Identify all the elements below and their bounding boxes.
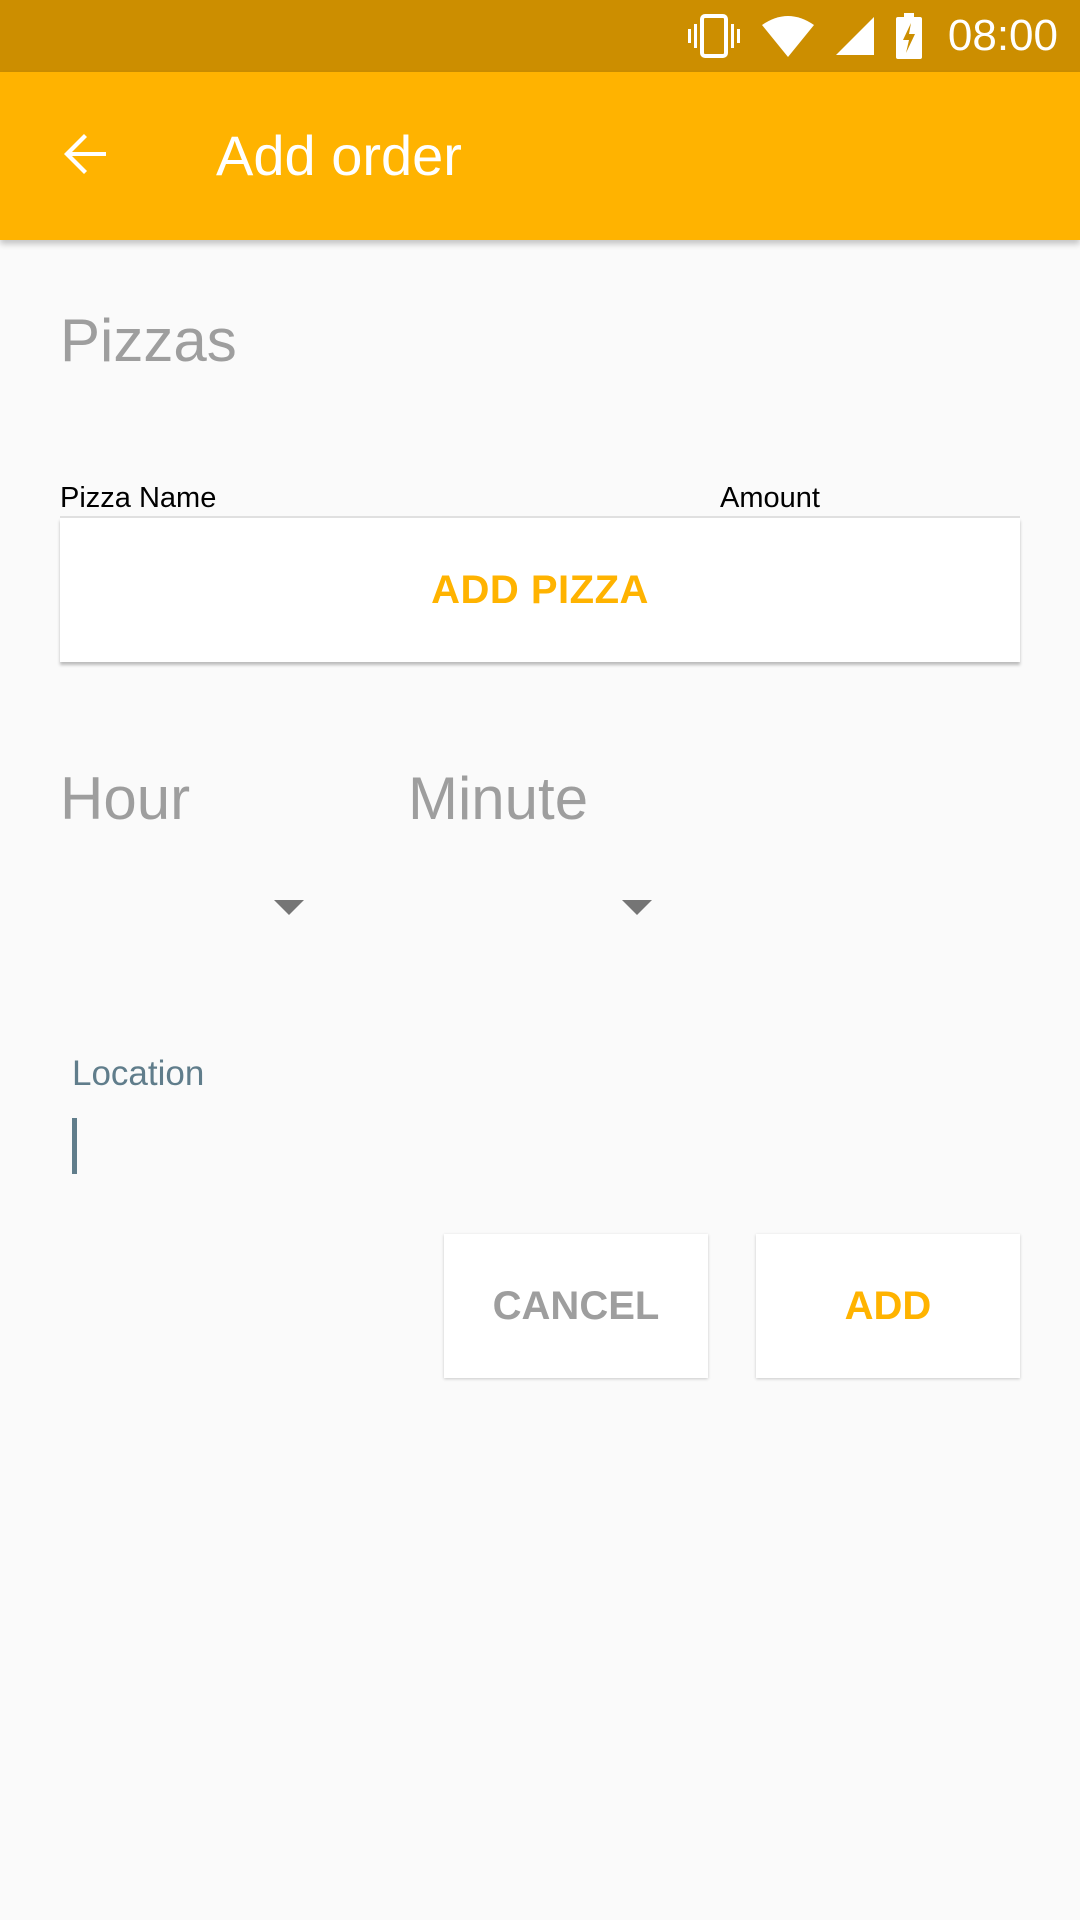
status-clock: 08:00 <box>947 11 1058 60</box>
signal-icon <box>835 17 874 55</box>
page-title: Add order <box>216 124 462 187</box>
minute-label: Minute <box>408 765 589 832</box>
hour-spinner[interactable] <box>60 868 304 948</box>
add-pizza-button[interactable]: ADD PIZZA <box>60 518 1020 662</box>
text-cursor <box>72 1118 77 1174</box>
battery-charging-icon <box>895 13 922 59</box>
status-icons: 08:00 <box>666 0 1058 72</box>
minute-spinner[interactable] <box>408 868 652 948</box>
pizza-table-header: Pizza Name Amount <box>60 478 1020 516</box>
location-label: Location <box>72 1054 205 1093</box>
arrow-back-icon <box>62 130 110 183</box>
back-button[interactable] <box>40 110 132 202</box>
status-bar: 08:00 <box>0 0 1080 72</box>
hour-label: Hour <box>60 765 191 832</box>
dropdown-arrow-icon <box>274 900 304 915</box>
vibrate-icon <box>687 14 740 58</box>
add-button[interactable]: ADD <box>756 1234 1020 1378</box>
cancel-button[interactable]: CANCEL <box>444 1234 708 1378</box>
location-input[interactable] <box>60 1100 1024 1182</box>
column-header-amount: Amount <box>720 482 820 514</box>
pizzas-section-title: Pizzas <box>60 307 237 374</box>
app-bar: Add order <box>0 72 1080 240</box>
dropdown-arrow-icon <box>622 900 652 915</box>
column-header-pizza-name: Pizza Name <box>60 482 217 514</box>
wifi-icon <box>761 15 814 57</box>
